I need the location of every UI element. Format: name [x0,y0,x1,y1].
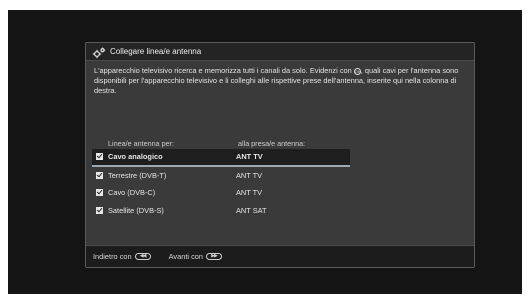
checkbox-checked-icon[interactable] [96,206,103,214]
checkbox-checked-icon[interactable] [96,189,103,197]
antenna-line-label: Terrestre (DVB-T) [108,170,167,180]
antenna-row-cavo-analogico[interactable]: Cavo analogico ANT TV [92,149,350,167]
antenna-row-satellite[interactable]: Satellite (DVB-S) ANT SAT [92,202,350,220]
column-header-socket: alla presa/e antenna: [238,139,306,148]
tv-screen: Collegare linea/e antenna L'apparecchio … [8,10,522,294]
fast-forward-button-icon: ▶▶ [206,253,223,260]
forward-hint[interactable]: Avanti con ▶▶ [168,252,223,261]
dialog-description: L'apparecchio televisivo ricerca e memor… [94,66,468,96]
forward-label: Avanti con [168,252,204,261]
antenna-socket-value: ANT TV [236,188,263,198]
rewind-button-icon: ◀◀ [134,253,151,260]
antenna-socket-value: ANT TV [236,170,263,180]
settings-gears-icon [92,46,106,58]
ok-button-icon: OK [353,68,361,75]
fast-forward-symbol: ▶▶ [211,253,218,259]
column-header-line: Linea/e antenna per: [108,139,174,148]
description-text-start: L'apparecchio televisivo ricerca e memor… [94,66,354,75]
dialog-footer: Indietro con ◀◀ Avanti con ▶▶ [86,245,474,267]
antenna-socket-value: ANT TV [236,152,263,162]
antenna-line-label: Satellite (DVB-S) [108,205,164,215]
checkbox-checked-icon[interactable] [96,171,103,179]
antenna-list: Cavo analogico ANT TV Terrestre (DVB-T) … [92,149,350,219]
back-label: Indietro con [93,252,132,261]
dialog-title-bar: Collegare linea/e antenna [86,43,474,61]
antenna-row-cavo-dvbc[interactable]: Cavo (DVB-C) ANT TV [92,184,350,202]
antenna-row-terrestre[interactable]: Terrestre (DVB-T) ANT TV [92,167,350,185]
antenna-line-label: Cavo (DVB-C) [108,188,156,198]
antenna-setup-dialog: Collegare linea/e antenna L'apparecchio … [85,42,475,268]
rewind-symbol: ◀◀ [139,253,147,259]
antenna-line-label: Cavo analogico [108,152,163,162]
ok-symbol: OK [354,69,361,74]
checkbox-checked-icon[interactable] [96,153,103,161]
antenna-socket-value: ANT SAT [236,205,267,215]
back-hint[interactable]: Indietro con ◀◀ [93,252,151,261]
dialog-title: Collegare linea/e antenna [110,47,202,56]
